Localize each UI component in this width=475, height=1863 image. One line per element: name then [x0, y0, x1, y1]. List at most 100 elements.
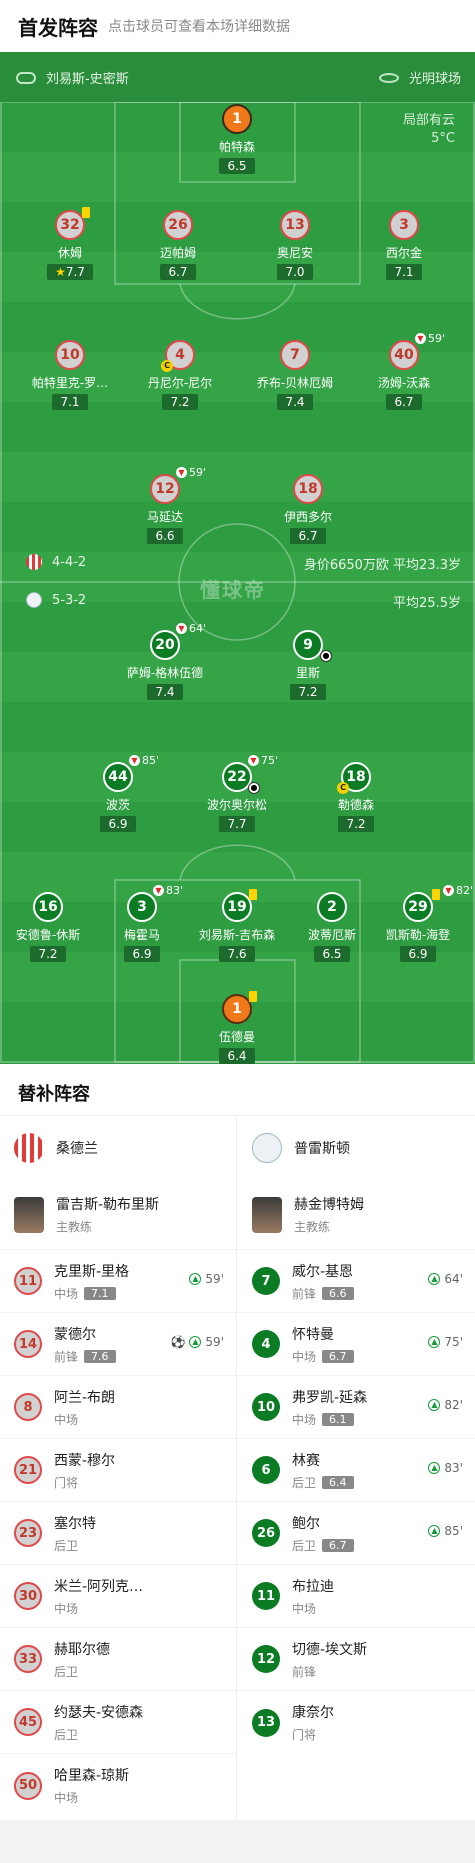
sub-player-row[interactable]: 10 弗罗凯-延森 中场 6.1 ▲ 82' — [238, 1376, 475, 1439]
player-home[interactable]: 40 ▼ 59' 汤姆-沃森 6.7 — [349, 332, 459, 410]
sub-number: 13 — [252, 1708, 280, 1737]
lineup-subtitle: 点击球员可查看本场详细数据 — [108, 19, 290, 35]
player-away[interactable]: 20 ▼ 64' 萨姆-格林伍德 7.4 — [110, 622, 220, 700]
sub-number: 30 — [14, 1582, 42, 1610]
sub-position: 后卫 — [54, 1727, 79, 1742]
player-number: 19 — [222, 892, 252, 922]
sub-number: 14 — [14, 1330, 42, 1358]
sub-position: 后卫 — [54, 1538, 79, 1553]
player-home[interactable]: 32 休姆 ★7.7 — [15, 207, 125, 280]
sub-player-row[interactable]: 8 阿兰-布朗 中场 — [0, 1376, 236, 1439]
player-name: 波尔奥尔松 — [206, 798, 267, 812]
sub-in-minute: 82' — [444, 1398, 463, 1412]
player-rating: 7.4 — [277, 394, 313, 410]
player-rating: 7.6 — [219, 946, 255, 962]
away-coach[interactable]: 赫金博特姆 主教练 — [238, 1180, 475, 1250]
player-home[interactable]: 4 C 丹尼尔-尼尔 7.2 — [125, 340, 235, 410]
player-number: 1 — [222, 994, 252, 1024]
home-coach[interactable]: 雷吉斯-勒布里斯 主教练 — [0, 1180, 236, 1250]
sunderland-logo-icon — [26, 554, 42, 570]
sub-position: 后卫 — [54, 1664, 79, 1679]
player-name: 伊西多尔 — [283, 510, 332, 524]
sub-name: 克里斯-里格 — [54, 1263, 130, 1280]
sub-player-row[interactable]: 7 威尔-基恩 前锋 6.6 ▲ 64' — [238, 1250, 475, 1313]
sub-off-icon: ▼ — [129, 755, 140, 766]
sub-number: 12 — [252, 1645, 280, 1673]
player-home[interactable]: 18 伊西多尔 6.7 — [253, 474, 363, 544]
sub-number: 8 — [14, 1393, 42, 1421]
assist-icon: ● — [248, 782, 260, 794]
sub-player-row[interactable]: 12 切德-埃文斯 前锋 — [238, 1628, 475, 1691]
player-away[interactable]: 44 ▼ 85' 波茨 6.9 — [63, 754, 173, 832]
sub-player-row[interactable]: 11 布拉迪 中场 — [238, 1565, 475, 1628]
player-rating: 7.2 — [30, 946, 66, 962]
star-icon: ★ — [55, 265, 66, 279]
sub-rating: 6.1 — [322, 1412, 354, 1426]
player-name: 马延达 — [146, 510, 183, 524]
sub-number: 26 — [252, 1519, 280, 1547]
sub-player-row[interactable]: 14 蒙德尔 前锋 7.6 ⚽ ▲ 59' — [0, 1313, 236, 1376]
preston-logo-icon — [26, 592, 42, 608]
sub-player-row[interactable]: 23 塞尔特 后卫 — [0, 1502, 236, 1565]
player-away[interactable]: 1 伍德曼 6.4 — [182, 991, 292, 1064]
home-team-info: 身价6650万欧 平均23.3岁 — [303, 558, 461, 573]
player-home[interactable]: 26 迈帕姆 6.7 — [123, 210, 233, 280]
coach-name: 赫金博特姆 — [294, 1197, 364, 1213]
sub-position: 中场 — [292, 1412, 317, 1427]
weather-text: 局部有云 — [402, 113, 455, 128]
player-home[interactable]: 3 西尔金 7.1 — [349, 210, 459, 280]
sub-minute: 83' — [166, 884, 184, 897]
player-number: 10 — [55, 340, 85, 370]
player-away[interactable]: 9 ● 里斯 7.2 — [253, 630, 363, 700]
player-away[interactable]: 29 ▼ 82' 凯斯勒-海登 6.9 — [363, 884, 473, 962]
sub-in-icon: ▲ — [428, 1399, 441, 1411]
player-away[interactable]: 18 C 勒德森 7.2 — [301, 762, 411, 832]
sub-player-row[interactable]: 6 林赛 后卫 6.4 ▲ 83' — [238, 1439, 475, 1502]
sub-position: 中场 — [292, 1349, 317, 1364]
player-home[interactable]: 7 乔布-贝林厄姆 7.4 — [240, 340, 350, 410]
sub-position: 前锋 — [292, 1286, 317, 1301]
sub-player-row[interactable]: 30 米兰-阿列克… 中场 — [0, 1565, 236, 1628]
sub-position: 前锋 — [292, 1664, 317, 1679]
sub-number: 6 — [252, 1456, 280, 1484]
home-formation: 4-4-2 — [52, 554, 87, 570]
sub-player-row[interactable]: 45 约瑟夫-安德森 后卫 — [0, 1691, 236, 1754]
sub-name: 康奈尔 — [292, 1705, 334, 1721]
sub-player-row[interactable]: 50 哈里森-琼斯 中场 — [0, 1754, 236, 1817]
sub-player-row[interactable]: 26 鲍尔 后卫 6.7 ▲ 85' — [238, 1502, 475, 1565]
away-team-row[interactable]: 普雷斯顿 — [238, 1116, 475, 1180]
player-away[interactable]: 22 ▼ 75' ● 波尔奥尔松 7.7 — [182, 754, 292, 832]
player-home[interactable]: 12 ▼ 59' 马延达 6.6 — [110, 466, 220, 544]
lineup-header: 首发阵容 点击球员可查看本场详细数据 — [0, 0, 475, 52]
player-name: 梅霍马 — [123, 928, 160, 942]
sub-in-icon: ▲ — [428, 1525, 441, 1537]
player-number: 1 — [222, 104, 252, 134]
player-home[interactable]: 13 奥尼安 7.0 — [240, 210, 350, 280]
sub-position: 门将 — [292, 1728, 317, 1742]
sub-player-row[interactable]: 11 克里斯-里格 中场 7.1 ▲ 59' — [0, 1250, 236, 1313]
match-info-bar: 刘易斯-史密斯 光明球场 — [0, 52, 475, 102]
player-home[interactable]: 1 帕特森 6.5 — [182, 104, 292, 174]
player-number: 18 — [293, 474, 323, 504]
player-rating: 7.4 — [147, 684, 183, 700]
sub-name: 弗罗凯-延森 — [292, 1389, 368, 1406]
yellow-card-icon — [82, 207, 90, 218]
sub-player-row[interactable]: 4 怀特曼 中场 6.7 ▲ 75' — [238, 1313, 475, 1376]
sub-off-marker: ▼ 83' — [153, 884, 183, 897]
sub-off-marker: ▼ 75' — [248, 754, 278, 767]
player-rating: 7.7 — [219, 816, 255, 832]
player-away[interactable]: 19 刘易斯-吉布森 7.6 — [182, 889, 292, 962]
sub-player-row[interactable]: 33 赫耶尔德 后卫 — [0, 1628, 236, 1691]
sub-minute: 75' — [261, 754, 279, 767]
player-rating: 6.7 — [290, 528, 326, 544]
player-home[interactable]: 10 帕特里克-罗… 7.1 — [15, 340, 125, 410]
player-away[interactable]: 3 ▼ 83' 梅霍马 6.9 — [87, 884, 197, 962]
sub-in-icon: ▲ — [428, 1462, 441, 1474]
sub-rating: 6.4 — [322, 1475, 354, 1489]
sub-player-row[interactable]: 21 西蒙-穆尔 门将 — [0, 1439, 236, 1502]
player-number: 2 — [317, 892, 347, 922]
sub-off-marker: ▼ 82' — [443, 884, 473, 897]
home-team-row[interactable]: 桑德兰 — [0, 1116, 236, 1180]
player-number: 13 — [280, 210, 310, 240]
sub-player-row[interactable]: 13 康奈尔门将 — [238, 1691, 475, 1754]
